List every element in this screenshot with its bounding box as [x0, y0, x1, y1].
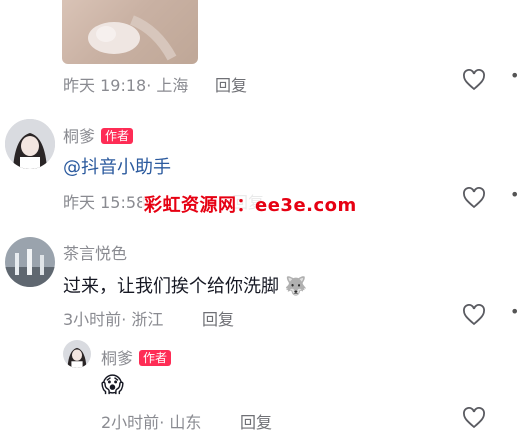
edge-glyph: • [510, 302, 518, 321]
hand-photo-graphic [88, 15, 177, 61]
avatar[interactable] [63, 340, 91, 368]
avatar-girl-image [5, 119, 55, 169]
reply-button[interactable]: 回复 [215, 72, 247, 96]
comment-meta: 2小时前· 山东 [101, 409, 201, 433]
comment-time: 2小时前 [101, 413, 160, 432]
edge-glyph: • [510, 66, 518, 85]
author-badge: 作者 [101, 128, 134, 144]
avatar[interactable] [5, 119, 55, 169]
scream-emoji-icon: 😱 [101, 373, 124, 398]
avatar[interactable] [5, 237, 55, 287]
username[interactable]: 茶言悦色 [63, 240, 127, 264]
mention-link[interactable]: @抖音小助手 [63, 153, 171, 179]
comment-image-thumbnail[interactable] [62, 0, 198, 64]
edge-glyph: • [510, 185, 518, 204]
comment-time: 昨天 19:18 [63, 76, 147, 95]
husky-emoji-icon: 🐺 [284, 276, 308, 297]
avatar-girl-image [63, 340, 91, 368]
reply-header: 桐爹 作者 [101, 345, 172, 369]
like-heart-icon[interactable] [462, 407, 486, 429]
comment-meta: 3小时前· 浙江 [63, 306, 163, 330]
comment-location: · 山东 [159, 413, 202, 432]
author-badge: 作者 [139, 350, 172, 366]
like-heart-icon[interactable] [462, 187, 486, 209]
like-heart-icon[interactable] [462, 69, 486, 91]
like-heart-icon[interactable] [462, 304, 486, 326]
username[interactable]: 桐爹 [101, 349, 133, 368]
comment-header: 桐爹 作者 [63, 123, 134, 147]
avatar-landscape-image [5, 237, 55, 287]
comment-time: 3小时前 [63, 310, 122, 329]
watermark: 彩虹资源网：ee3e.com [142, 191, 359, 217]
reply-button[interactable]: 回复 [202, 306, 234, 330]
comment-location: · 上海 [146, 76, 189, 95]
comment-body: 过来，让我们挨个给你洗脚 [63, 276, 279, 297]
reply-button[interactable]: 回复 [240, 409, 272, 433]
comment-location: · 浙江 [121, 310, 164, 329]
comment-meta: 昨天 19:18· 上海 [63, 72, 188, 96]
comment-text: 过来，让我们挨个给你洗脚 🐺 [63, 272, 307, 298]
username[interactable]: 桐爹 [63, 127, 95, 146]
comment-meta: 昨天 15:58 [63, 193, 147, 212]
